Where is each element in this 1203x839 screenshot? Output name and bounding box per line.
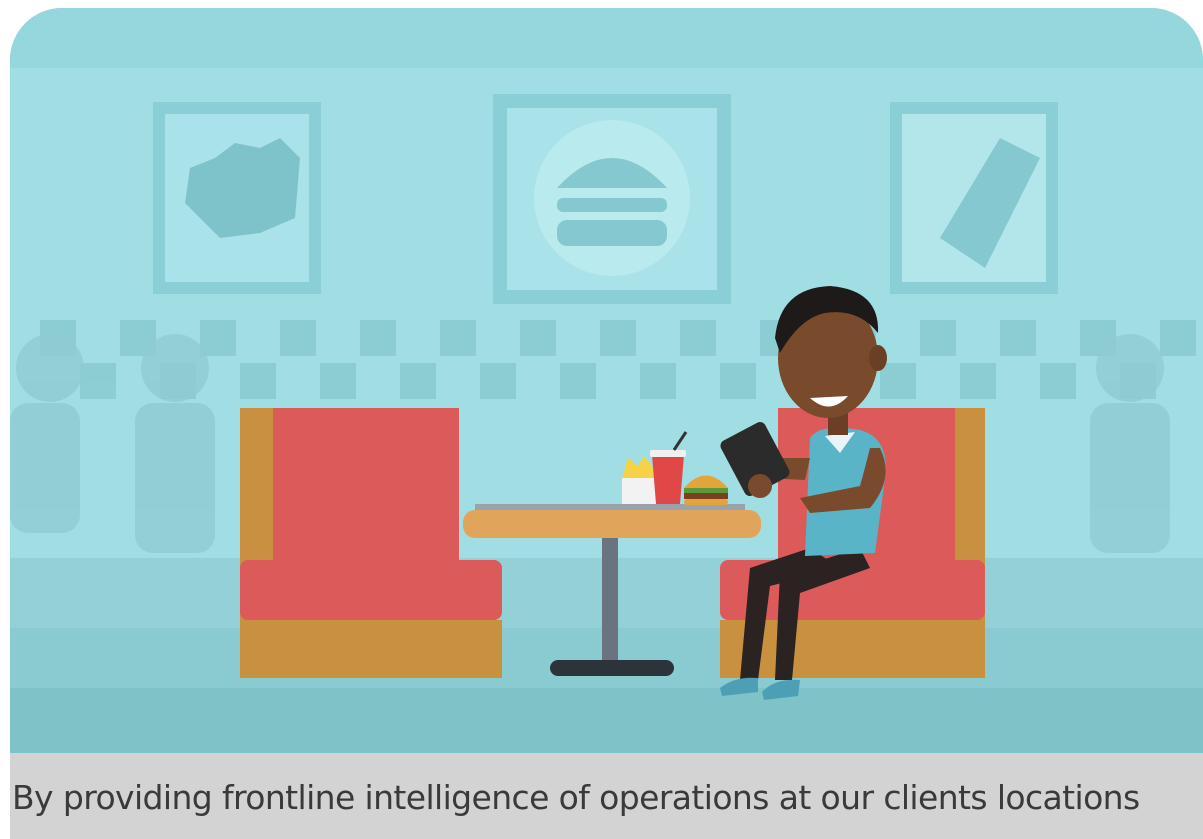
subtitle-caption: By providing frontline intelligence of o… [12,778,1140,817]
burger-poster-icon [493,94,731,304]
drink-poster-icon [890,102,1058,294]
video-frame [10,8,1203,839]
diner-scene [10,8,1203,753]
fries-poster-icon [153,102,321,294]
